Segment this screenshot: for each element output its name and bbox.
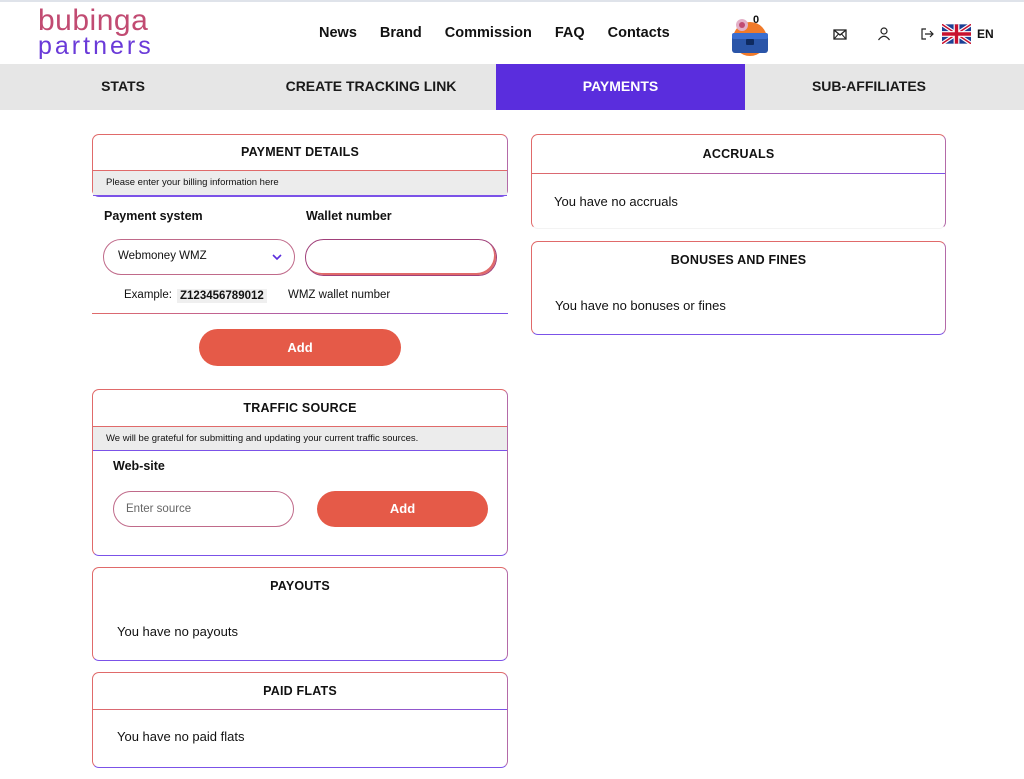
payment-system-value: Webmoney WMZ xyxy=(118,250,207,262)
source-input[interactable] xyxy=(114,492,293,526)
paid-flats-panel: PAID FLATS You have no paid flats xyxy=(92,672,508,768)
tab-payments[interactable]: PAYMENTS xyxy=(496,64,745,110)
accruals-panel: ACCRUALS You have no accruals xyxy=(531,134,946,229)
language-selector[interactable]: EN xyxy=(977,27,994,41)
source-field[interactable] xyxy=(113,491,294,527)
tab-create-tracking-link[interactable]: CREATE TRACKING LINK xyxy=(246,64,496,110)
main-nav: News Brand Commission FAQ Contacts xyxy=(319,25,693,41)
accruals-title: ACCRUALS xyxy=(702,147,775,161)
payment-system-label: Payment system xyxy=(104,209,203,223)
payment-details-hint: Please enter your billing information he… xyxy=(93,170,507,196)
payouts-panel: PAYOUTS You have no payouts xyxy=(92,567,508,661)
bonuses-fines-empty: You have no bonuses or fines xyxy=(555,298,726,313)
paid-flats-empty: You have no paid flats xyxy=(117,729,245,744)
wallet-number-field[interactable] xyxy=(305,239,497,276)
uk-flag-icon[interactable] xyxy=(940,22,973,46)
user-icon[interactable] xyxy=(876,26,892,42)
bonuses-fines-panel: BONUSES AND FINES You have no bonuses or… xyxy=(531,241,946,335)
website-label: Web-site xyxy=(113,459,165,473)
wallet-number-label: Wallet number xyxy=(306,209,392,223)
site-header: bubinga partners News Brand Commission F… xyxy=(0,2,1024,64)
accruals-divider xyxy=(532,173,945,174)
example-value: Z123456789012 xyxy=(177,289,267,303)
section-tabs: STATS CREATE TRACKING LINK PAYMENTS SUB-… xyxy=(0,64,1024,110)
payouts-empty: You have no payouts xyxy=(117,624,238,639)
wallet-number-input[interactable] xyxy=(306,240,496,275)
bonuses-fines-title: BONUSES AND FINES xyxy=(670,253,807,267)
nav-commission[interactable]: Commission xyxy=(445,25,532,41)
nav-brand[interactable]: Brand xyxy=(380,25,422,41)
add-payment-button[interactable]: Add xyxy=(199,329,401,366)
traffic-source-title: TRAFFIC SOURCE xyxy=(243,401,357,415)
logo-line-2: partners xyxy=(38,32,154,60)
mail-icon[interactable] xyxy=(832,26,848,42)
payouts-title: PAYOUTS xyxy=(270,579,330,593)
payment-details-divider xyxy=(92,313,508,314)
logout-icon[interactable] xyxy=(919,26,935,42)
chevron-down-icon xyxy=(272,252,282,264)
nav-news[interactable]: News xyxy=(319,25,357,41)
tab-stats[interactable]: STATS xyxy=(0,64,246,110)
notifications-chest-icon[interactable]: 0 xyxy=(722,14,778,57)
nav-faq[interactable]: FAQ xyxy=(555,25,585,41)
paid-flats-title: PAID FLATS xyxy=(263,684,337,698)
notification-count: 0 xyxy=(753,14,760,26)
tab-sub-affiliates[interactable]: SUB-AFFILIATES xyxy=(745,64,993,110)
nav-contacts[interactable]: Contacts xyxy=(608,25,670,41)
traffic-source-hint: We will be grateful for submitting and u… xyxy=(93,426,507,451)
traffic-source-panel: TRAFFIC SOURCE We will be grateful for s… xyxy=(92,389,508,556)
payment-details-panel: PAYMENT DETAILS Please enter your billin… xyxy=(92,134,508,197)
payment-details-title: PAYMENT DETAILS xyxy=(240,145,360,159)
add-source-button[interactable]: Add xyxy=(317,491,488,527)
payment-system-select[interactable]: Webmoney WMZ xyxy=(103,239,295,275)
brand-logo[interactable]: bubinga partners xyxy=(38,6,154,59)
accruals-empty: You have no accruals xyxy=(554,194,678,209)
example-label: Example: xyxy=(124,289,172,301)
example-note: WMZ wallet number xyxy=(288,289,391,301)
paid-flats-divider xyxy=(93,709,507,710)
